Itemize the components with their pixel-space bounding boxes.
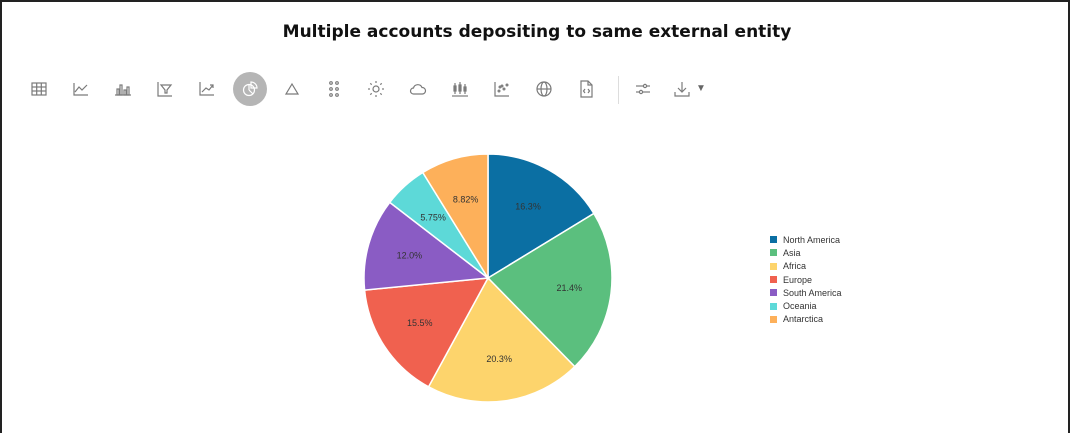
chart-legend: North America Asia Africa Europe South Ameri… [770,233,842,326]
legend-label: Europe [783,274,813,285]
slice-value-label: 8.82% [453,194,479,204]
slice-value-label: 21.4% [556,283,582,293]
legend-swatch [770,249,777,257]
legend-swatch [770,302,777,310]
legend-label: Asia [783,247,801,258]
legend-swatch [770,276,777,284]
slice-value-label: 12.0% [397,250,423,260]
slice-value-label: 15.5% [407,318,433,328]
legend-label: Antarctica [783,314,824,325]
legend-label: Africa [783,261,807,272]
legend-item[interactable]: Oceania [770,299,842,312]
legend-item[interactable]: Africa [770,260,842,273]
pie-chart: 16.3% 21.4% 20.3% 15.5% 12.0% 5.75% 8.82% [363,153,613,403]
slice-value-label: 16.3% [515,202,541,212]
chart-panel: Multiple accounts depositing to same ext… [0,0,1070,433]
legend-swatch [770,236,777,244]
legend-label: North America [783,234,841,245]
legend-swatch [770,315,777,323]
legend-swatch [770,262,777,270]
legend-item[interactable]: Antarctica [770,313,842,326]
legend-swatch [770,289,777,297]
legend-label: South America [783,287,842,298]
slice-value-label: 5.75% [420,212,446,222]
legend-item[interactable]: South America [770,286,842,299]
legend-item[interactable]: North America [770,233,842,246]
legend-item[interactable]: Asia [770,246,842,259]
legend-item[interactable]: Europe [770,273,842,286]
legend-label: Oceania [783,301,817,312]
slice-value-label: 20.3% [486,354,512,364]
